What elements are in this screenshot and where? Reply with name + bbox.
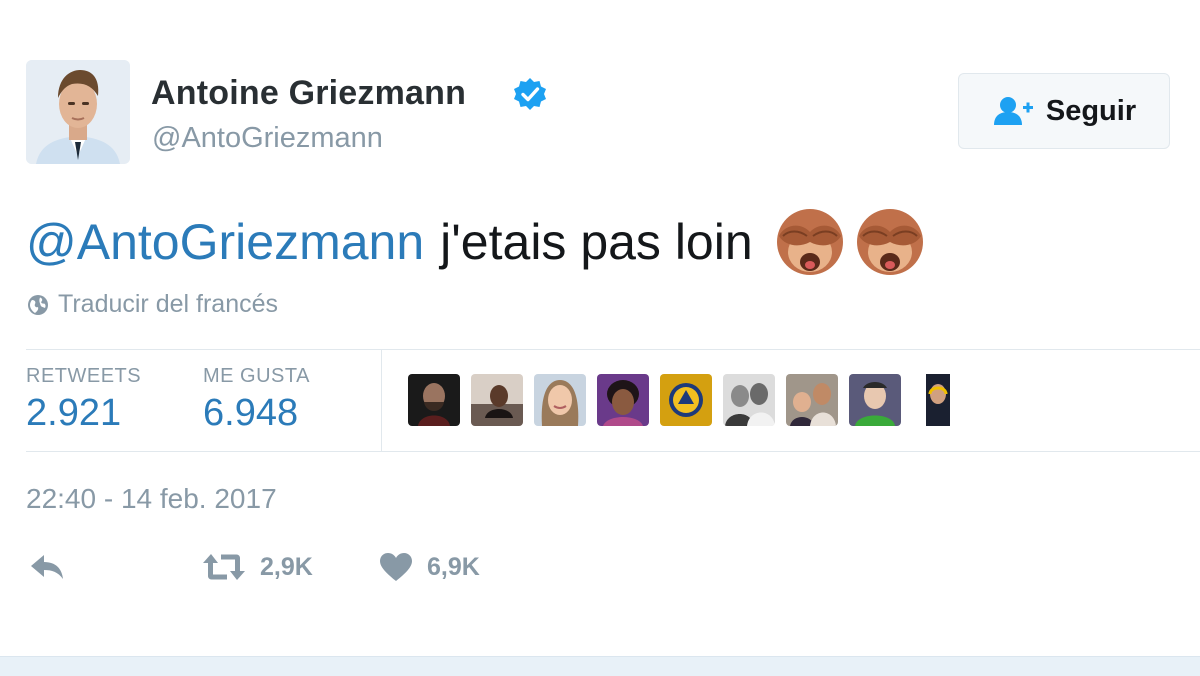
divider xyxy=(26,349,1200,350)
reply-icon xyxy=(31,555,63,579)
retweets-count[interactable]: 2.921 xyxy=(26,392,121,435)
liker-avatar[interactable] xyxy=(534,374,586,426)
like-count: 6,9K xyxy=(427,552,480,581)
retweet-icon xyxy=(203,554,245,580)
tweet-text: @AntoGriezmann j'etais pas loin xyxy=(26,206,925,278)
likers-avatars xyxy=(408,374,975,426)
liker-avatar[interactable] xyxy=(849,374,901,426)
likes-label: ME GUSTA xyxy=(203,365,310,387)
like-button[interactable]: 6,9K xyxy=(379,552,480,582)
retweets-label: RETWEETS xyxy=(26,365,142,387)
globe-icon xyxy=(28,294,48,315)
user-handle[interactable]: @AntoGriezmann xyxy=(152,122,383,155)
tweet-body: j'etais pas loin xyxy=(440,214,753,270)
see-no-evil-monkey-icon xyxy=(776,209,843,275)
translate-label: Traducir del francés xyxy=(58,290,278,318)
divider xyxy=(26,451,1200,452)
bottom-strip xyxy=(0,656,1200,676)
user-name[interactable]: Antoine Griezmann xyxy=(151,74,466,113)
liker-avatar[interactable] xyxy=(912,374,964,426)
profile-avatar[interactable] xyxy=(26,60,130,164)
liker-avatar[interactable] xyxy=(471,374,523,426)
likes-count[interactable]: 6.948 xyxy=(203,392,298,435)
translate-link[interactable]: Traducir del francés xyxy=(26,290,278,319)
verified-badge-icon xyxy=(514,78,546,110)
liker-avatar[interactable] xyxy=(786,374,838,426)
follow-button-label: Seguir xyxy=(1045,94,1137,127)
follow-user-icon xyxy=(993,97,1033,125)
tweet-timestamp[interactable]: 22:40 - 14 feb. 2017 xyxy=(26,483,277,515)
liker-avatar[interactable] xyxy=(723,374,775,426)
heart-icon xyxy=(380,553,412,581)
mention-link[interactable]: @AntoGriezmann xyxy=(26,213,424,271)
reply-button[interactable] xyxy=(28,552,66,582)
liker-avatar[interactable] xyxy=(660,374,712,426)
retweet-button[interactable]: 2,9K xyxy=(202,552,313,582)
liker-avatar[interactable] xyxy=(597,374,649,426)
retweet-count: 2,9K xyxy=(260,552,313,581)
stats-divider xyxy=(381,349,382,451)
liker-avatar[interactable] xyxy=(408,374,460,426)
see-no-evil-monkey-icon xyxy=(856,209,923,275)
follow-button[interactable]: Seguir xyxy=(958,73,1170,149)
